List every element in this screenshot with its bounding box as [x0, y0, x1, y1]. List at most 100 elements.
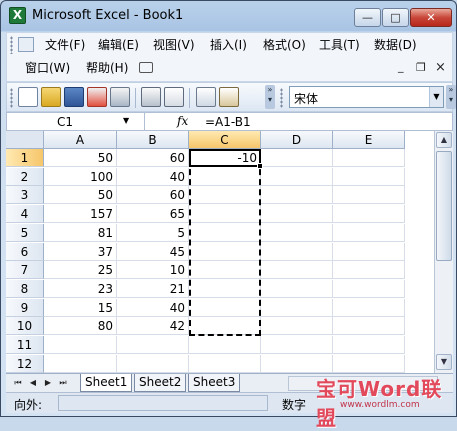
cell-a1[interactable]: 50	[44, 149, 117, 167]
cell-d10[interactable]	[261, 317, 333, 335]
format-toolbar-chevron-icon[interactable]: » ▾	[446, 85, 456, 109]
insert-function-icon[interactable]: fx	[177, 114, 188, 128]
cell-b5[interactable]: 5	[117, 224, 189, 242]
spelling-icon[interactable]	[196, 87, 216, 107]
document-icon[interactable]	[18, 37, 34, 52]
row-header-3[interactable]: 3	[6, 186, 44, 204]
close-button[interactable]: ✕	[410, 8, 452, 27]
cell-c2[interactable]	[189, 168, 261, 186]
cell-c9[interactable]	[189, 299, 261, 317]
row-header-4[interactable]: 4	[6, 205, 44, 223]
cell-e4[interactable]	[333, 205, 405, 223]
menu-window[interactable]: 窗口(W)	[25, 58, 70, 78]
font-name-select[interactable]: 宋体 ▼	[289, 86, 444, 108]
cell-b4[interactable]: 65	[117, 205, 189, 223]
menu-file[interactable]: 文件(F)	[45, 35, 85, 55]
prev-sheet-icon[interactable]: ◀	[26, 376, 40, 390]
menu-help[interactable]: 帮助(H)	[86, 58, 128, 78]
row-header-2[interactable]: 2	[6, 168, 44, 186]
chevron-down-icon[interactable]: ▼	[123, 116, 129, 125]
last-sheet-icon[interactable]: ⏭	[56, 376, 70, 390]
open-icon[interactable]	[41, 87, 61, 107]
cell-c3[interactable]	[189, 186, 261, 204]
print-icon[interactable]	[141, 87, 161, 107]
menu-edit[interactable]: 编辑(E)	[98, 35, 139, 55]
row-header-9[interactable]: 9	[6, 299, 44, 317]
cell-d4[interactable]	[261, 205, 333, 223]
cell-b12[interactable]	[117, 355, 189, 373]
sheet-tab-sheet2[interactable]: Sheet2	[134, 374, 187, 392]
cell-a4[interactable]: 157	[44, 205, 117, 223]
cell-b3[interactable]: 60	[117, 186, 189, 204]
cell-d9[interactable]	[261, 299, 333, 317]
cell-d3[interactable]	[261, 186, 333, 204]
cell-b11[interactable]	[117, 336, 189, 354]
vertical-scroll-thumb[interactable]	[436, 151, 452, 261]
cell-c7[interactable]	[189, 261, 261, 279]
scroll-down-icon[interactable]: ▼	[436, 354, 452, 370]
cell-b6[interactable]: 45	[117, 243, 189, 261]
cell-e3[interactable]	[333, 186, 405, 204]
cell-e9[interactable]	[333, 299, 405, 317]
menu-grip[interactable]	[10, 36, 13, 54]
title-bar[interactable]: X Microsoft Excel - Book1 — □ ✕	[1, 1, 457, 31]
horizontal-scrollbar[interactable]	[288, 376, 438, 391]
cell-c4[interactable]	[189, 205, 261, 223]
cell-a10[interactable]: 80	[44, 317, 117, 335]
menu-view[interactable]: 视图(V)	[153, 35, 195, 55]
cell-b9[interactable]: 40	[117, 299, 189, 317]
formula-input[interactable]: =A1-B1	[205, 115, 251, 129]
cell-e11[interactable]	[333, 336, 405, 354]
permission-icon[interactable]	[87, 87, 107, 107]
cell-d1[interactable]	[261, 149, 333, 167]
cell-c11[interactable]	[189, 336, 261, 354]
cell-c6[interactable]	[189, 243, 261, 261]
row-header-6[interactable]: 6	[6, 243, 44, 261]
worksheet-grid[interactable]: A B C D E 1 50 60 -10 2 100 40 3 50 60 4 157 65 5 81 5 6 37 45 7…	[6, 131, 434, 373]
row-header-5[interactable]: 5	[6, 224, 44, 242]
row-header-11[interactable]: 11	[6, 336, 44, 354]
maximize-button[interactable]: □	[382, 8, 409, 27]
cell-a8[interactable]: 23	[44, 280, 117, 298]
column-header-c[interactable]: C	[189, 131, 261, 149]
menu-format[interactable]: 格式(O)	[263, 35, 306, 55]
name-box[interactable]: C1 ▼	[7, 113, 145, 130]
email-icon[interactable]	[110, 87, 130, 107]
cell-a3[interactable]: 50	[44, 186, 117, 204]
menu-data[interactable]: 数据(D)	[374, 35, 417, 55]
cell-b2[interactable]: 40	[117, 168, 189, 186]
fill-handle[interactable]	[257, 163, 263, 169]
cell-d2[interactable]	[261, 168, 333, 186]
workbook-close-button[interactable]: ×	[435, 60, 446, 75]
new-icon[interactable]	[18, 87, 38, 107]
cell-c12[interactable]	[189, 355, 261, 373]
column-header-d[interactable]: D	[261, 131, 333, 149]
cell-a9[interactable]: 15	[44, 299, 117, 317]
scroll-up-icon[interactable]: ▲	[436, 132, 452, 148]
cell-e1[interactable]	[333, 149, 405, 167]
cell-d8[interactable]	[261, 280, 333, 298]
cell-a12[interactable]	[44, 355, 117, 373]
minimize-button[interactable]: —	[354, 8, 381, 27]
cell-a7[interactable]: 25	[44, 261, 117, 279]
cell-b7[interactable]: 10	[117, 261, 189, 279]
camera-icon[interactable]	[139, 62, 153, 73]
next-sheet-icon[interactable]: ▶	[41, 376, 55, 390]
select-all-corner[interactable]	[6, 131, 44, 149]
cell-a5[interactable]: 81	[44, 224, 117, 242]
sheet-tab-sheet1[interactable]: Sheet1	[80, 374, 133, 392]
save-icon[interactable]	[64, 87, 84, 107]
column-header-b[interactable]: B	[117, 131, 189, 149]
toolbar-grip[interactable]	[10, 88, 13, 108]
menu-insert[interactable]: 插入(I)	[210, 35, 247, 55]
cell-d12[interactable]	[261, 355, 333, 373]
row-header-8[interactable]: 8	[6, 280, 44, 298]
toolbar-options-chevron-icon[interactable]: » ▾	[265, 85, 275, 109]
cell-e8[interactable]	[333, 280, 405, 298]
row-header-10[interactable]: 10	[6, 317, 44, 335]
cell-a2[interactable]: 100	[44, 168, 117, 186]
cell-e7[interactable]	[333, 261, 405, 279]
cell-e2[interactable]	[333, 168, 405, 186]
cell-e5[interactable]	[333, 224, 405, 242]
cell-c5[interactable]	[189, 224, 261, 242]
